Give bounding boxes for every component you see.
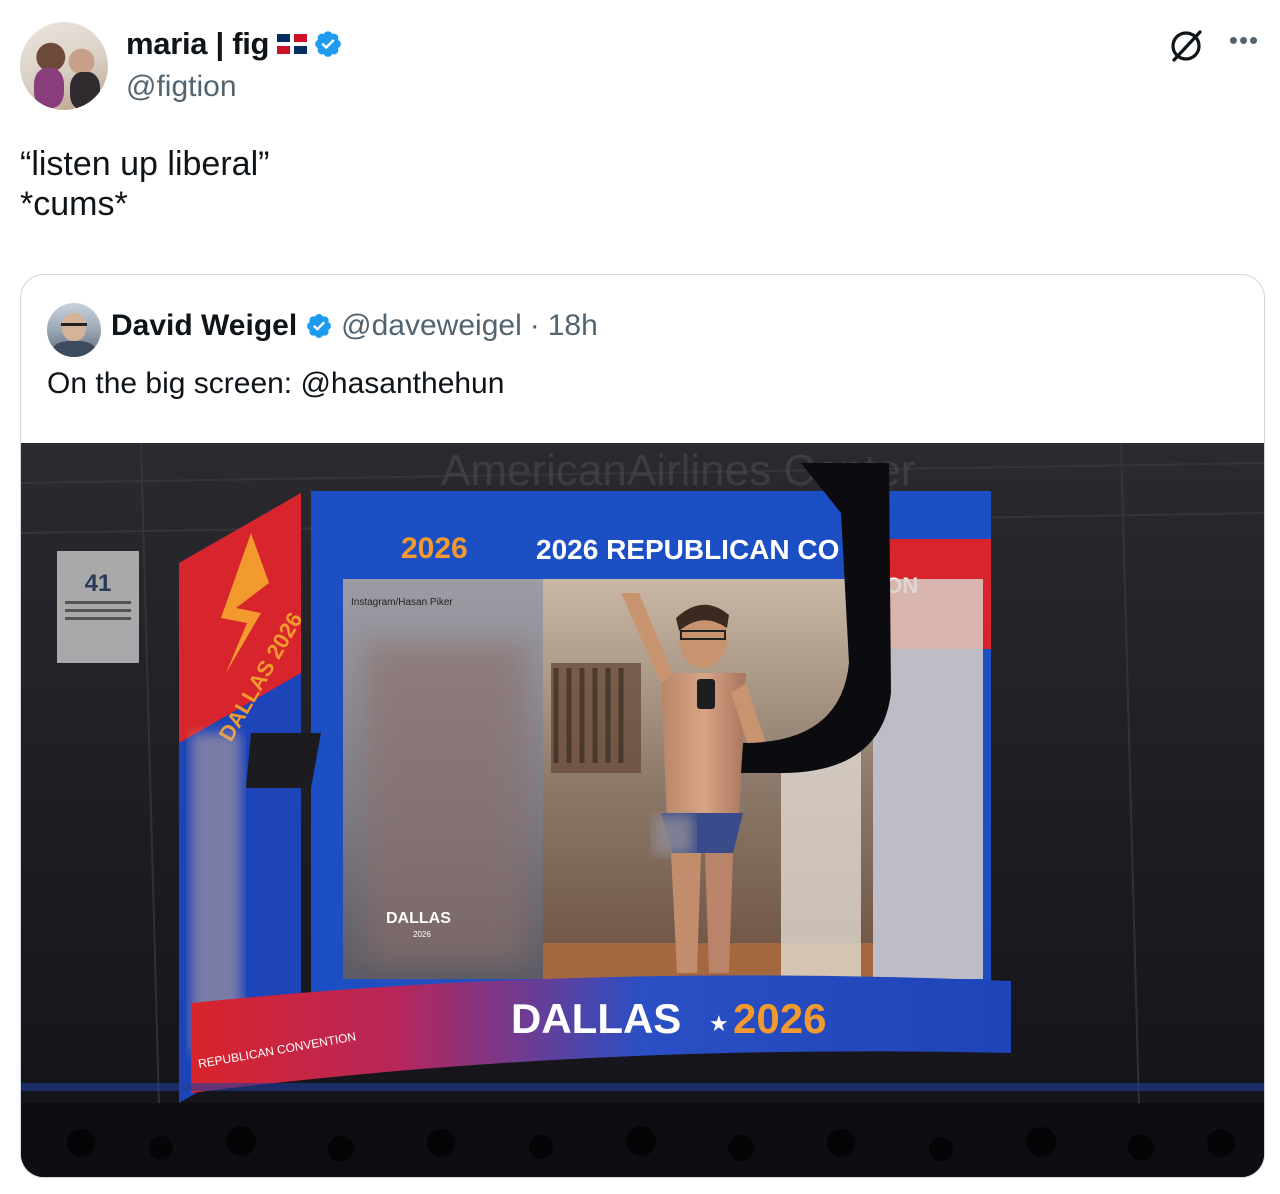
quoted-tweet-header: David Weigel @daveweigel · 18h: [111, 309, 598, 343]
screen-header-year: 2026: [401, 532, 468, 565]
retired-number-banner: [57, 551, 139, 663]
more-options-icon[interactable]: •••: [1224, 27, 1264, 64]
screen-logo: DALLAS: [386, 910, 451, 927]
screen-header: 2026 REPUBLICAN CO: [536, 534, 839, 565]
author-display-name[interactable]: maria | fig: [126, 26, 343, 62]
quoted-author-handle[interactable]: @daveweigel: [341, 309, 522, 343]
tweet-text: “listen up liberal” *cums*: [20, 144, 269, 224]
tweet-line-2: *cums*: [20, 185, 128, 223]
tweet-line-1: “listen up liberal”: [20, 145, 270, 183]
tweet: maria | fig @figtion ••• “listen up libe…: [0, 0, 1280, 1194]
quoted-author-avatar[interactable]: [47, 303, 101, 357]
separator-dot: ·: [529, 309, 540, 342]
screen-logo-year: 2026: [413, 930, 431, 939]
banner-number: 41: [85, 570, 112, 597]
arena-jumbotron-photo[interactable]: AmericanAirlines Center 41 DALLAS 2026 2…: [21, 443, 1264, 1177]
author-handle[interactable]: @figtion: [126, 70, 237, 104]
quoted-tweet[interactable]: David Weigel @daveweigel · 18h On the bi…: [20, 274, 1265, 1178]
photo-scene: AmericanAirlines Center 41 DALLAS 2026 2…: [21, 443, 1264, 1177]
avatar-figure-left: [34, 68, 64, 108]
avatar-figure-right: [70, 72, 100, 110]
band-city: DALLAS: [511, 995, 681, 1042]
dominican-republic-flag-icon: [277, 34, 308, 54]
author-avatar[interactable]: [20, 22, 108, 110]
quoted-tweet-text: On the big screen: @hasanthehun: [47, 367, 505, 400]
band-star-icon: ★: [709, 1011, 729, 1036]
quoted-timestamp[interactable]: 18h: [548, 309, 598, 343]
quoted-author-name[interactable]: David Weigel: [111, 309, 297, 343]
verified-badge-icon: [315, 31, 342, 57]
verified-badge-icon: [307, 314, 332, 338]
band-year: 2026: [733, 995, 826, 1042]
screen-caption: Instagram/Hasan Piker: [351, 597, 453, 608]
grok-icon[interactable]: [1166, 26, 1206, 66]
author-name-text: maria | fig: [126, 26, 270, 61]
